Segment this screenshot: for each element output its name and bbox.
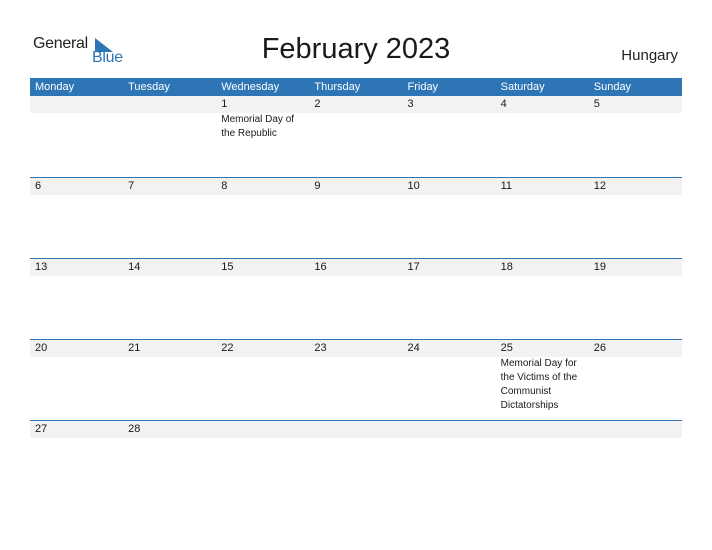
holiday-event [589,276,682,339]
holiday-event [403,276,496,339]
day-number: 20 [35,342,48,354]
day-number: 5 [593,98,600,110]
country-label: Hungary [621,47,678,64]
week-row: 20 21 22 23 24 25 26 Memorial Day for the Victi… [30,339,682,420]
weekday-header: Monday Tuesday Wednesday Thursday Friday… [30,78,682,96]
holiday-event [123,276,216,339]
date-strip: 20 21 22 23 24 25 26 [30,340,682,357]
holiday-event [589,357,682,420]
holiday-event [403,357,496,420]
day-number: 4 [500,98,507,110]
holiday-event [30,195,123,258]
weekday-wednesday: Wednesday [221,81,280,93]
day-number: 10 [407,180,420,192]
day-number: 28 [128,423,141,435]
page-title: February 2023 [261,33,451,65]
holiday-event [309,357,402,420]
day-number [123,96,216,113]
holiday-event [30,276,123,339]
date-strip: 13 14 15 16 17 18 19 [30,259,682,276]
holiday-event [589,195,682,258]
day-number: 2 [314,98,321,110]
week-row: 6 7 8 9 10 11 12 [30,177,682,258]
day-number: 1 [221,98,228,110]
holiday-event [496,195,589,258]
holiday-event [403,195,496,258]
date-strip: 6 7 8 9 10 11 12 [30,178,682,195]
day-number: 8 [221,180,228,192]
day-number: 21 [128,342,141,354]
holiday-event [496,113,589,177]
day-number: 19 [593,261,606,273]
holiday-event [216,195,309,258]
day-number: 26 [593,342,606,354]
weekday-friday: Friday [407,81,439,93]
day-number: 6 [35,180,42,192]
day-number: 3 [407,98,414,110]
event-area: Memorial Day of the Republic [30,113,682,177]
date-strip: 1 2 3 4 5 [30,96,682,113]
day-number: 24 [407,342,420,354]
holiday-event [123,113,216,177]
day-number: 11 [500,180,513,192]
holiday-event [123,357,216,420]
event-area [30,195,682,258]
week-row: 27 28 [30,420,682,438]
week-row: 1 2 3 4 5 Memorial Day of the Republic [30,96,682,177]
holiday-event [589,113,682,177]
event-area [30,276,682,339]
day-number: 22 [221,342,234,354]
day-number: 25 [500,342,513,354]
calendar-grid: Monday Tuesday Wednesday Thursday Friday… [30,78,682,438]
holiday-event: Memorial Day of the Republic [221,114,295,139]
day-number: 27 [35,423,48,435]
date-strip: 27 28 [30,421,682,438]
holiday-event [309,113,402,177]
weekday-sunday: Sunday [593,81,632,93]
day-number: 23 [314,342,327,354]
event-area: Memorial Day for the Victims of the Comm… [30,357,682,420]
holiday-event [216,357,309,420]
holiday-event [30,113,123,177]
day-number [30,96,123,113]
holiday-event: Memorial Day for the Victims of the Comm… [500,358,578,411]
day-number [403,421,496,438]
day-number: 7 [128,180,135,192]
day-number: 18 [500,261,513,273]
holiday-event [123,195,216,258]
day-number [589,421,682,438]
day-number: 13 [35,261,48,273]
holiday-event [30,357,123,420]
week-row: 13 14 15 16 17 18 19 [30,258,682,339]
holiday-event [309,276,402,339]
day-number [496,421,589,438]
holiday-event [216,276,309,339]
day-number: 14 [128,261,141,273]
weekday-thursday: Thursday [314,81,361,93]
holiday-event [496,276,589,339]
holiday-event [403,113,496,177]
day-number [216,421,309,438]
weekday-monday: Monday [35,81,75,93]
day-number [309,421,402,438]
day-number: 12 [593,180,606,192]
day-number: 16 [314,261,327,273]
day-number: 17 [407,261,420,273]
weekday-tuesday: Tuesday [128,81,170,93]
day-number: 9 [314,180,321,192]
weekday-saturday: Saturday [500,81,545,93]
day-number: 15 [221,261,234,273]
holiday-event [309,195,402,258]
